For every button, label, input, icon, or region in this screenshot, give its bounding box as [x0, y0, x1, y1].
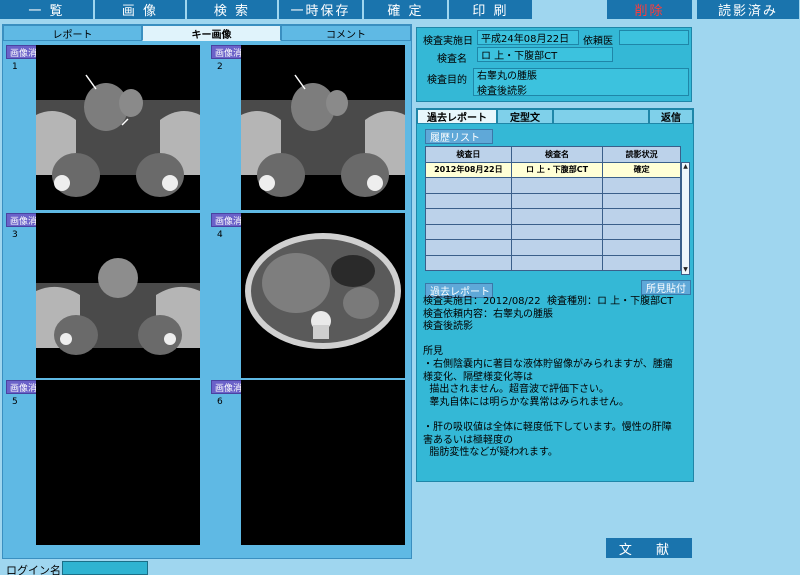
login-name-field[interactable] — [62, 561, 148, 575]
tab-template[interactable]: 定型文 — [497, 109, 553, 124]
image-cell-1: 画像消去 1 — [6, 45, 206, 210]
cell-number: 5 — [12, 397, 18, 407]
table-row[interactable] — [425, 177, 681, 194]
tab-comment[interactable]: コメント — [281, 25, 411, 41]
ct-image[interactable] — [241, 213, 405, 378]
tab-reply[interactable]: 返信 — [649, 109, 693, 124]
ct-image[interactable] — [36, 213, 200, 378]
cell-empty — [510, 208, 604, 225]
cell-exam-date: 2012年08月22日 — [425, 161, 512, 178]
cell-empty — [602, 177, 681, 194]
exam-date-value: 平成24年08月22日 — [477, 30, 579, 45]
cell-empty — [510, 177, 604, 194]
read-done-button[interactable]: 読影済み — [697, 0, 800, 19]
requester-label: 依頼医 — [583, 36, 613, 47]
image-cell-4: 画像消去 4 — [211, 213, 411, 378]
search-button[interactable]: 検 索 — [187, 0, 278, 19]
menu-bar: 一 覧 画 像 検 索 一時保存 確 定 印 刷 削除 読影済み — [0, 0, 800, 19]
ct-image[interactable] — [36, 45, 200, 210]
cell-empty — [602, 239, 681, 256]
exam-name-label: 検査名 — [437, 54, 467, 65]
cell-empty — [510, 192, 604, 209]
table-row[interactable] — [425, 208, 681, 225]
table-row[interactable]: 2012年08月22日 ロ 上・下腹部CT 確定 — [425, 161, 681, 178]
cell-empty — [425, 208, 512, 225]
table-row[interactable] — [425, 239, 681, 256]
tab-report[interactable]: レポート — [3, 25, 142, 41]
paste-findings-button[interactable]: 所見貼付 — [641, 280, 691, 295]
scroll-up-icon[interactable]: ▲ — [682, 163, 689, 171]
cell-empty — [510, 239, 604, 256]
cell-exam-name: ロ 上・下腹部CT — [510, 161, 604, 178]
cell-number: 1 — [12, 62, 18, 72]
past-report-text[interactable]: 検査実施日：2012/08/22 検査種別：ロ 上・下腹部CT 検査依頼内容：右… — [423, 296, 691, 476]
left-tabs: レポート キー画像 コメント — [3, 25, 411, 41]
col-read-status: 読影状況 — [602, 146, 681, 163]
cell-empty — [510, 254, 604, 271]
exam-info-panel: 検査実施日 平成24年08月22日 依頼医 検査名 ロ 上・下腹部CT 検査目的… — [416, 27, 692, 102]
cell-number: 2 — [217, 62, 223, 72]
cell-empty — [602, 223, 681, 240]
login-label: ログイン名 — [6, 564, 61, 575]
history-list-button[interactable]: 履歴リスト — [425, 129, 493, 144]
confirm-button[interactable]: 確 定 — [364, 0, 448, 19]
image-cell-2: 画像消去 2 — [211, 45, 411, 210]
image-cell-6: 画像消去 6 — [211, 380, 411, 545]
image-button[interactable]: 画 像 — [95, 0, 186, 19]
scroll-down-icon[interactable]: ▼ — [682, 266, 689, 274]
purpose-field: 右睾丸の腫脹 検査後読影 — [473, 68, 689, 97]
col-exam-name: 検査名 — [510, 146, 604, 163]
cell-number: 4 — [217, 230, 223, 240]
cell-number: 6 — [217, 397, 223, 407]
cell-empty — [425, 192, 512, 209]
table-row[interactable] — [425, 192, 681, 209]
cell-empty — [425, 223, 512, 240]
requester-field[interactable] — [619, 30, 689, 45]
cell-empty — [602, 254, 681, 271]
ct-image-empty[interactable] — [241, 380, 405, 545]
references-button[interactable]: 文 献 — [606, 538, 692, 558]
image-cell-3: 画像消去 3 — [6, 213, 206, 378]
list-button[interactable]: 一 覧 — [0, 0, 94, 19]
purpose-line-2: 検査後読影 — [477, 86, 527, 97]
purpose-label: 検査目的 — [427, 75, 467, 86]
cell-read-status: 確定 — [602, 161, 681, 178]
delete-button[interactable]: 削除 — [607, 0, 693, 19]
cell-number: 3 — [12, 230, 18, 240]
key-image-panel: レポート キー画像 コメント 画像消去 1 画像消去 2 画像消去 3 画像消去… — [2, 24, 412, 559]
cell-empty — [425, 254, 512, 271]
table-row[interactable] — [425, 223, 681, 240]
image-cell-5: 画像消去 5 — [6, 380, 206, 545]
exam-name-value: ロ 上・下腹部CT — [477, 47, 613, 62]
ct-image-empty[interactable] — [36, 380, 200, 545]
temp-save-button[interactable]: 一時保存 — [279, 0, 363, 19]
table-row[interactable] — [425, 254, 681, 271]
print-button[interactable]: 印 刷 — [449, 0, 533, 19]
ct-image[interactable] — [241, 45, 405, 210]
col-exam-date: 検査日 — [425, 146, 512, 163]
tab-past-report[interactable]: 過去レポート — [417, 109, 497, 124]
tab-key-image[interactable]: キー画像 — [142, 25, 281, 41]
history-scrollbar[interactable]: ▲ ▼ — [681, 162, 690, 275]
purpose-line-1: 右睾丸の腫脹 — [477, 71, 537, 82]
history-table: 検査日 検査名 読影状況 2012年08月22日 ロ 上・下腹部CT 確定 — [425, 146, 681, 271]
exam-date-label: 検査実施日 — [423, 36, 473, 47]
cell-empty — [425, 177, 512, 194]
cell-empty — [510, 223, 604, 240]
tab-blank[interactable] — [553, 109, 649, 124]
report-panel: 過去レポート 定型文 返信 履歴リスト 検査日 検査名 読影状況 2012年08… — [416, 108, 694, 482]
cell-empty — [425, 239, 512, 256]
cell-empty — [602, 208, 681, 225]
cell-empty — [602, 192, 681, 209]
history-header-row: 検査日 検査名 読影状況 — [425, 146, 681, 163]
